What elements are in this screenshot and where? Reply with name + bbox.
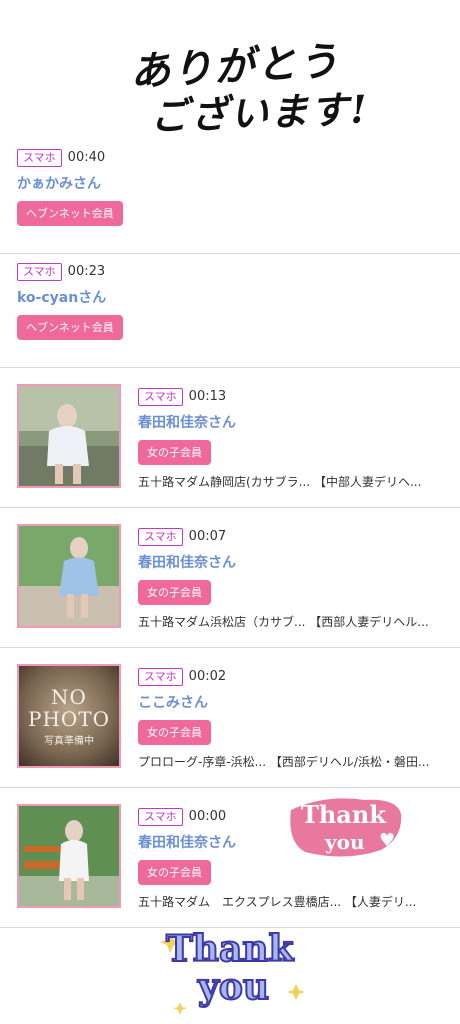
device-badge: スマホ <box>138 527 183 546</box>
visit-time: 00:13 <box>188 389 227 404</box>
visit-time: 00:40 <box>67 150 106 165</box>
user-name-link[interactable]: 春田和佳奈さん <box>138 412 443 432</box>
device-badge: スマホ <box>17 148 62 167</box>
list-item[interactable]: スマホ 00:40 かぁかみさん ヘブンネット会員 <box>0 140 460 254</box>
visit-time: 00:07 <box>188 529 227 544</box>
device-badge: スマホ <box>138 667 183 686</box>
no-photo-text: NO <box>51 684 87 709</box>
member-type-button[interactable]: 女の子会員 <box>138 439 211 465</box>
thank-text: Thank <box>301 800 386 829</box>
shop-name[interactable]: 五十路マダム浜松店（カサブ... 【西部人妻デリヘル... <box>138 613 443 630</box>
list-item[interactable]: スマホ 00:23 ko-cyanさん ヘブンネット会員 <box>0 254 460 368</box>
shop-name[interactable]: 五十路マダム エクスプレス豊橋店... 【人妻デリ... <box>138 893 443 910</box>
profile-thumbnail[interactable]: NO PHOTO 写真準備中 <box>17 664 121 768</box>
list-item[interactable]: スマホ 00:13 春田和佳奈さん 女の子会員 五十路マダム静岡店(カサブラ...… <box>0 368 460 508</box>
user-name-link[interactable]: かぁかみさん <box>17 173 123 193</box>
you-text: you <box>325 830 365 854</box>
shop-name[interactable]: プロローグ-序章-浜松... 【西部デリヘル/浜松・磐田... <box>138 753 443 770</box>
visit-time: 00:00 <box>188 809 227 824</box>
member-type-button[interactable]: ヘブンネット会員 <box>17 200 123 226</box>
device-badge: スマホ <box>138 807 183 826</box>
member-type-button[interactable]: 女の子会員 <box>138 719 211 745</box>
member-type-button[interactable]: 女の子会員 <box>138 859 211 885</box>
thank-you-sticker: Thank you <box>160 922 310 1020</box>
no-photo-text: PHOTO <box>27 706 111 731</box>
list-item[interactable]: スマホ 00:07 春田和佳奈さん 女の子会員 五十路マダム浜松店（カサブ... … <box>0 508 460 648</box>
profile-thumbnail[interactable] <box>17 524 121 628</box>
thanks-line-2: ございます! <box>149 86 370 139</box>
handwritten-thanks-banner: ありがとう ございます! <box>120 30 400 140</box>
you-text: you <box>197 965 270 1009</box>
no-photo-caption: 写真準備中 <box>44 735 94 747</box>
visit-time: 00:23 <box>67 264 106 279</box>
member-type-button[interactable]: ヘブンネット会員 <box>17 314 123 340</box>
thank-text: Thank <box>165 927 294 971</box>
user-name-link[interactable]: ここみさん <box>138 692 443 712</box>
heart-icon: ♥ <box>379 830 396 851</box>
user-name-link[interactable]: 春田和佳奈さん <box>138 552 443 572</box>
thank-you-sticker: Thank you ♥ <box>285 792 405 862</box>
no-photo-placeholder: NO PHOTO 写真準備中 <box>19 666 119 766</box>
list-item[interactable]: NO PHOTO 写真準備中 スマホ 00:02 ここみさん 女の子会員 プロロー… <box>0 648 460 788</box>
member-type-button[interactable]: 女の子会員 <box>138 579 211 605</box>
profile-thumbnail[interactable] <box>17 384 121 488</box>
shop-name[interactable]: 五十路マダム静岡店(カサブラ... 【中部人妻デリヘ... <box>138 473 443 490</box>
thanks-header: ありがとう ございます! <box>0 0 460 140</box>
device-badge: スマホ <box>17 262 62 281</box>
visit-time: 00:02 <box>188 669 227 684</box>
user-name-link[interactable]: ko-cyanさん <box>17 287 123 307</box>
device-badge: スマホ <box>138 387 183 406</box>
profile-thumbnail[interactable] <box>17 804 121 908</box>
